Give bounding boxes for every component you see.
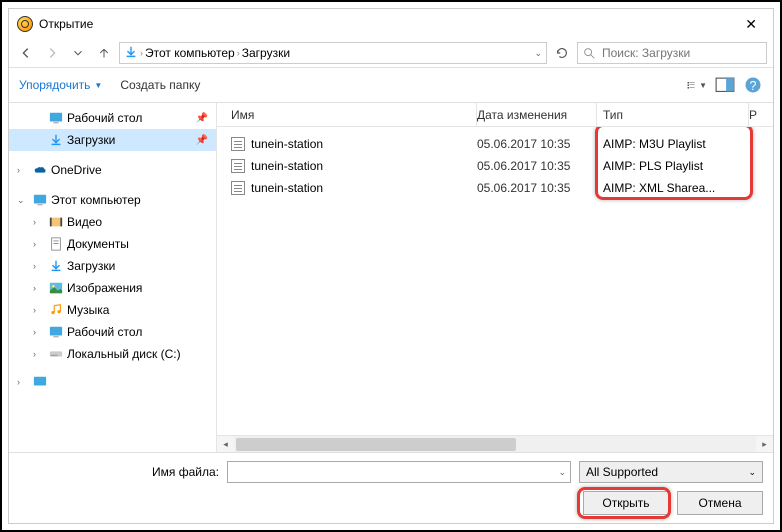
column-type[interactable]: Тип	[597, 103, 749, 126]
chevron-right-icon: ›	[237, 48, 240, 58]
pin-icon: 📌	[196, 135, 208, 146]
cancel-button[interactable]: Отмена	[677, 491, 763, 515]
svg-text:?: ?	[750, 79, 757, 93]
chevron-right-icon: ›	[140, 48, 143, 58]
column-headers[interactable]: Имя Дата изменения Тип Р	[217, 103, 773, 127]
breadcrumb-item[interactable]: Загрузки	[242, 46, 290, 60]
app-icon	[17, 16, 33, 32]
search-field[interactable]	[600, 45, 762, 61]
column-extra[interactable]: Р	[749, 103, 773, 126]
window-title: Открытие	[39, 17, 93, 31]
playlist-file-icon	[231, 181, 245, 195]
downloads-icon	[124, 45, 138, 62]
pin-icon: 📌	[196, 113, 208, 124]
address-bar[interactable]: › Этот компьютер › Загрузки ⌄	[119, 42, 547, 64]
column-date[interactable]: Дата изменения	[477, 103, 597, 126]
nav-back-button[interactable]	[15, 42, 37, 64]
search-input[interactable]	[577, 42, 767, 64]
recent-locations-button[interactable]	[67, 42, 89, 64]
column-name[interactable]: Имя	[217, 103, 477, 126]
horizontal-scrollbar[interactable]: ◂ ▸	[217, 435, 773, 452]
tree-item-desktop-quick[interactable]: Рабочий стол📌	[9, 107, 216, 129]
chevron-down-icon[interactable]: ⌄	[558, 467, 566, 478]
scrollbar-thumb[interactable]	[236, 438, 516, 451]
file-list[interactable]: tunein-station 05.06.2017 10:35 AIMP: M3…	[217, 127, 773, 435]
tree-item-documents[interactable]: ›Документы	[9, 233, 216, 255]
playlist-file-icon	[231, 137, 245, 151]
open-button[interactable]: Открыть	[583, 491, 669, 515]
nav-forward-button[interactable]	[41, 42, 63, 64]
tree-item-truncated[interactable]: ›	[9, 371, 216, 393]
breadcrumb-item[interactable]: Этот компьютер	[145, 46, 235, 60]
tree-item-pictures[interactable]: ›Изображения	[9, 277, 216, 299]
chevron-down-icon[interactable]: ⌄	[534, 48, 542, 59]
navigation-tree[interactable]: Рабочий стол📌 Загрузки📌 ›OneDrive ⌄Этот …	[9, 103, 217, 452]
preview-pane-button[interactable]	[715, 76, 735, 94]
file-type-filter[interactable]: All Supported⌄	[579, 461, 763, 483]
nav-up-button[interactable]	[93, 42, 115, 64]
search-icon	[582, 46, 596, 60]
scroll-left-icon[interactable]: ◂	[217, 436, 234, 453]
help-button[interactable]: ?	[743, 76, 763, 94]
chevron-down-icon: ⌄	[748, 467, 756, 478]
file-row[interactable]: tunein-station 05.06.2017 10:35 AIMP: M3…	[217, 133, 773, 155]
tree-item-music[interactable]: ›Музыка	[9, 299, 216, 321]
scroll-right-icon[interactable]: ▸	[756, 436, 773, 453]
new-folder-button[interactable]: Создать папку	[120, 78, 200, 92]
filename-label: Имя файла:	[19, 465, 219, 479]
file-row[interactable]: tunein-station 05.06.2017 10:35 AIMP: PL…	[217, 155, 773, 177]
close-button[interactable]: ✕	[737, 14, 765, 35]
tree-item-downloads-quick[interactable]: Загрузки📌	[9, 129, 216, 151]
tree-item-downloads[interactable]: ›Загрузки	[9, 255, 216, 277]
refresh-button[interactable]	[551, 42, 573, 64]
view-options-button[interactable]: ▼	[687, 76, 707, 94]
filename-input[interactable]: ⌄	[227, 461, 571, 483]
playlist-file-icon	[231, 159, 245, 173]
tree-item-onedrive[interactable]: ›OneDrive	[9, 159, 216, 181]
organize-menu[interactable]: Упорядочить ▼	[19, 78, 102, 92]
file-row[interactable]: tunein-station 05.06.2017 10:35 AIMP: XM…	[217, 177, 773, 199]
tree-item-desktop[interactable]: ›Рабочий стол	[9, 321, 216, 343]
tree-item-local-disk[interactable]: ›Локальный диск (C:)	[9, 343, 216, 365]
tree-item-videos[interactable]: ›Видео	[9, 211, 216, 233]
tree-item-this-pc[interactable]: ⌄Этот компьютер	[9, 189, 216, 211]
